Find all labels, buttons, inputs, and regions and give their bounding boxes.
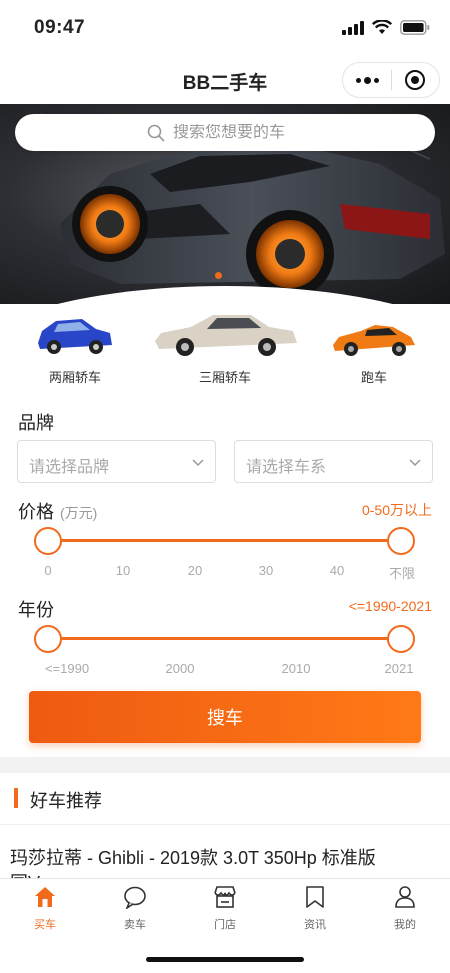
search-cars-button[interactable]: 搜车 — [29, 691, 421, 743]
price-tick: 10 — [115, 563, 131, 578]
sedan-car-image — [155, 315, 297, 356]
hatchback-car-image — [38, 319, 112, 354]
chat-bubble-icon — [124, 886, 146, 911]
price-unit: (万元) — [60, 505, 98, 521]
price-slider-max-handle[interactable] — [387, 527, 415, 555]
year-heading: 年份 — [18, 600, 54, 620]
recommend-header: 好车推荐 — [0, 773, 450, 825]
series-select-placeholder: 请选择车系 — [246, 459, 327, 476]
home-icon — [35, 887, 55, 907]
battery-icon — [400, 20, 430, 35]
bookmark-icon — [306, 886, 324, 908]
tab-label: 资讯 — [304, 919, 326, 931]
car-type-selector: 两厢轿车 三厢轿车 跑车 — [0, 305, 450, 395]
price-slider-min-handle[interactable] — [34, 527, 62, 555]
tab-label: 我的 — [394, 919, 416, 931]
more-options-button[interactable] — [343, 63, 391, 97]
car-listing-title[interactable]: 玛莎拉蒂 - Ghibli - 2019款 3.0T 350Hp 标准版 — [10, 843, 450, 879]
car-type-label: 两厢轿车 — [48, 370, 101, 385]
sports-car-thumbnail — [333, 325, 415, 356]
carousel-indicator-dot[interactable] — [215, 272, 222, 279]
tab-buy[interactable]: 买车 — [0, 885, 90, 932]
year-slider-min-handle[interactable] — [34, 625, 62, 653]
chevron-down-icon — [192, 459, 204, 467]
price-title: 价格 — [18, 502, 54, 522]
brand-heading: 品牌 — [18, 413, 54, 433]
brand-select[interactable]: 请选择品牌 — [17, 440, 216, 483]
miniapp-capsule — [342, 62, 440, 98]
car-type-sedan[interactable]: 三厢轿车 — [150, 305, 300, 386]
accent-bar — [14, 788, 18, 808]
tab-store[interactable]: 门店 — [180, 885, 270, 932]
close-miniapp-button[interactable] — [392, 63, 439, 97]
year-tick: 2000 — [165, 661, 195, 676]
tab-news[interactable]: 资讯 — [270, 885, 360, 932]
status-time: 09:47 — [34, 17, 86, 38]
brand-select-placeholder: 请选择品牌 — [29, 459, 110, 476]
price-slider-track[interactable] — [48, 539, 401, 542]
price-tick: 20 — [187, 563, 203, 578]
section-divider — [0, 757, 450, 773]
price-tick: 不限 — [388, 566, 416, 581]
app-page: 09:47 BB二手车 搜索您想要的车 两厢轿车 三厢轿车 跑车 品牌 请选择品… — [0, 0, 450, 973]
store-icon — [214, 886, 236, 908]
status-bar: 09:47 — [0, 0, 450, 56]
year-range-value: <=1990-2021 — [348, 598, 432, 614]
home-indicator[interactable] — [146, 957, 304, 962]
nav-bar: BB二手车 — [0, 56, 450, 104]
tab-mine[interactable]: 我的 — [360, 885, 450, 932]
tab-label: 买车 — [34, 919, 56, 931]
year-tick: 2021 — [384, 661, 414, 676]
price-tick: 0 — [44, 563, 52, 578]
wifi-icon — [372, 20, 392, 34]
price-heading: 价格 (万元) — [18, 498, 97, 524]
recommend-title: 好车推荐 — [30, 791, 102, 811]
price-tick: 40 — [329, 563, 345, 578]
year-tick: 2010 — [281, 661, 311, 676]
car-type-sports[interactable]: 跑车 — [330, 305, 418, 386]
search-icon — [147, 124, 165, 141]
target-icon — [405, 70, 426, 90]
signal-icon — [342, 20, 364, 35]
status-icons — [342, 20, 430, 35]
year-slider-max-handle[interactable] — [387, 625, 415, 653]
tab-sell[interactable]: 卖车 — [90, 885, 180, 932]
car-type-hatchback[interactable]: 两厢轿车 — [32, 305, 118, 386]
year-tick: <=1990 — [44, 661, 90, 676]
price-tick: 30 — [258, 563, 274, 578]
car-type-label: 跑车 — [360, 370, 387, 385]
user-icon — [395, 886, 415, 908]
tab-label: 卖车 — [124, 919, 146, 931]
year-slider-track[interactable] — [48, 637, 401, 640]
chevron-down-icon — [409, 459, 421, 467]
price-range-value: 0-50万以上 — [361, 502, 432, 518]
tab-label: 门店 — [214, 919, 236, 931]
series-select[interactable]: 请选择车系 — [234, 440, 433, 483]
search-input[interactable] — [173, 123, 303, 142]
search-bar[interactable] — [15, 114, 435, 151]
car-type-label: 三厢轿车 — [198, 370, 251, 385]
